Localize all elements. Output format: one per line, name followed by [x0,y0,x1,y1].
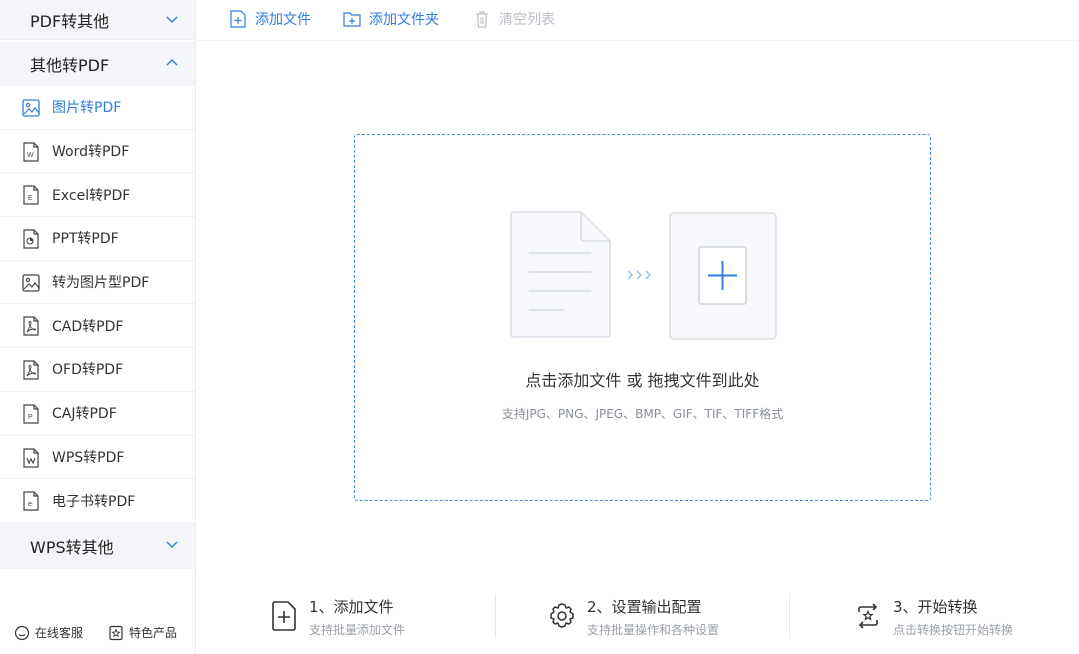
add-file-icon [230,10,246,28]
drop-zone-title: 点击添加文件 或 拖拽文件到此处 [525,371,760,390]
ebook-doc-icon: e [23,491,39,511]
add-folder-icon [343,12,361,27]
add-file-label: 添加文件 [255,12,311,28]
sidebar-item-wps-to-pdf[interactable]: WPS转PDF [0,436,195,480]
caj-doc-icon: P [23,404,39,424]
step-output-settings: 2、设置输出配置 支持批量操作和各种设置 [547,590,767,640]
sidebar-items: 图片转PDF W Word转PDF E Excel转PDF PPT转PDF 转为… [0,86,195,523]
step-desc: 点击转换按钮开始转换 [893,623,1014,637]
image-icon [22,99,40,117]
convert-icon [858,603,878,629]
add-file-button[interactable]: 添加文件 [229,9,311,29]
step-add-file: 1、添加文件 支持批量添加文件 [269,590,469,640]
sidebar-group-label: PDF转其他 [30,11,110,31]
app-window: PDF转其他 其他转PDF 图片转PDF W Word转PDF E Excel转… [0,0,1079,654]
sidebar-item-cad-to-pdf[interactable]: CAD转PDF [0,304,195,349]
sidebar-item-label: 电子书转PDF [52,493,136,510]
drop-zone-formats: 支持JPG、PNG、JPEG、BMP、GIF、TIF、TIFF格式 [501,407,784,421]
wps-doc-icon [23,447,39,468]
chat-smile-icon [14,625,30,640]
add-folder-label: 添加文件夹 [369,12,439,28]
gear-icon [550,603,574,628]
online-support-label: 在线客服 [35,626,84,640]
step-desc: 支持批量添加文件 [309,623,406,637]
sidebar-group-wps-to-other[interactable]: WPS转其他 [0,523,195,569]
sidebar-item-ebook-to-pdf[interactable]: e 电子书转PDF [0,479,195,523]
pdf-doc-icon [23,360,39,380]
ppt-doc-icon [23,229,39,249]
sidebar-group-label: 其他转PDF [30,56,110,75]
sidebar: PDF转其他 其他转PDF 图片转PDF W Word转PDF E Excel转… [0,0,196,654]
badge-star-icon [109,625,123,640]
sidebar-item-to-image-pdf[interactable]: 转为图片型PDF [0,261,195,305]
sidebar-item-label: PPT转PDF [52,231,119,248]
steps-bar: 1、添加文件 支持批量添加文件 2、设置输出配置 支持批量操作和各种设置 3、开… [197,590,1079,640]
add-folder-button[interactable]: 添加文件夹 [343,9,439,29]
sidebar-group-label: WPS转其他 [30,538,114,557]
sidebar-item-label: Excel转PDF [52,187,131,204]
featured-products-label: 特色产品 [129,626,178,640]
online-support-button[interactable]: 在线客服 [14,624,83,641]
clear-list-label: 清空列表 [499,12,555,28]
sidebar-item-label: 转为图片型PDF [52,275,150,292]
sidebar-item-label: CAJ转PDF [52,406,117,423]
excel-doc-icon: E [23,185,39,205]
clear-list-button[interactable]: 清空列表 [473,9,555,29]
step-title: 3、开始转换 [893,598,978,616]
sidebar-item-image-to-pdf[interactable]: 图片转PDF [0,86,195,130]
sidebar-item-ppt-to-pdf[interactable]: PPT转PDF [0,217,195,261]
sidebar-item-ofd-to-pdf[interactable]: OFD转PDF [0,348,195,392]
sidebar-item-label: Word转PDF [52,144,130,161]
featured-products-button[interactable]: 特色产品 [108,624,177,641]
chevron-down-icon [166,541,178,548]
sidebar-item-caj-to-pdf[interactable]: P CAJ转PDF [0,392,195,436]
svg-text:E: E [28,195,33,202]
step-divider [495,594,496,638]
sidebar-footer: 在线客服 特色产品 [0,612,195,654]
step-title: 1、添加文件 [309,598,394,616]
add-file-icon [272,601,296,631]
sidebar-item-label: WPS转PDF [52,449,125,466]
step-title: 2、设置输出配置 [587,598,702,616]
word-doc-icon: W [23,142,39,162]
file-drop-zone[interactable]: 点击添加文件 或 拖拽文件到此处 支持JPG、PNG、JPEG、BMP、GIF、… [354,134,931,501]
step-start-convert: 3、开始转换 点击转换按钮开始转换 [853,590,1073,640]
sidebar-item-label: OFD转PDF [52,362,124,379]
sidebar-item-label: CAD转PDF [52,318,124,335]
pdf-doc-icon [23,316,39,337]
toolbar: 添加文件 添加文件夹 清空列表 [197,0,1079,41]
sidebar-group-other-to-pdf[interactable]: 其他转PDF [0,42,195,86]
svg-text:P: P [28,414,33,421]
sidebar-item-excel-to-pdf[interactable]: E Excel转PDF [0,173,195,218]
svg-text:e: e [28,501,32,508]
svg-text:W: W [27,152,34,159]
sidebar-group-pdf-to-other[interactable]: PDF转其他 [0,0,195,40]
trash-icon [476,11,488,28]
step-desc: 支持批量操作和各种设置 [587,623,720,637]
image-icon [22,274,40,292]
sidebar-item-word-to-pdf[interactable]: W Word转PDF [0,130,195,174]
step-divider [789,594,790,638]
chevron-up-icon [166,59,178,66]
add-file-illustration [510,211,777,340]
chevron-down-icon [166,16,178,23]
sidebar-item-label: 图片转PDF [52,100,122,117]
